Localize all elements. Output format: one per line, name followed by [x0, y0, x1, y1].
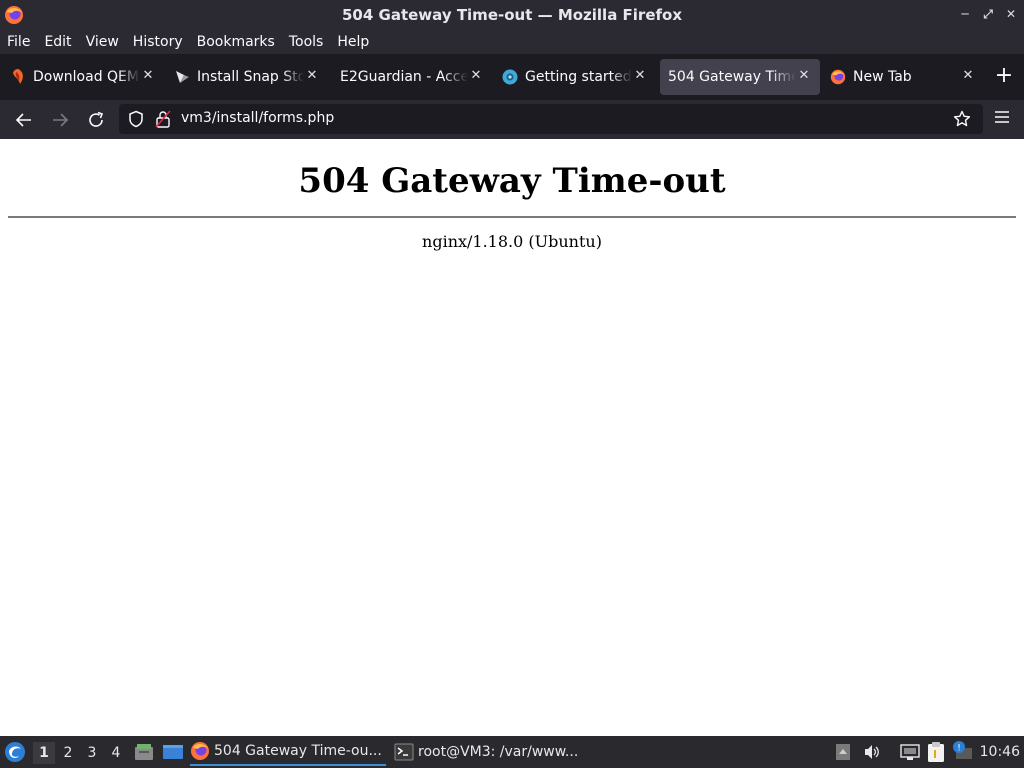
- terminal-icon: [394, 742, 414, 762]
- snapcraft-icon: [174, 69, 190, 85]
- tab-label: New Tab: [853, 69, 912, 85]
- address-bar[interactable]: [119, 104, 983, 134]
- close-tab-icon[interactable]: ✕: [140, 68, 156, 84]
- taskbar-firefox-window[interactable]: 504 Gateway Time-ou...: [190, 738, 386, 766]
- tab-504-gateway-timeout[interactable]: 504 Gateway Time-out ✕: [660, 59, 820, 95]
- firefox-icon: [4, 5, 24, 25]
- reload-button[interactable]: [84, 108, 108, 132]
- notification-icon[interactable]: !: [952, 740, 974, 766]
- url-input[interactable]: [181, 110, 881, 126]
- menu-file[interactable]: File: [0, 34, 37, 50]
- tab-label: Install Snap Store: [197, 69, 304, 85]
- bookmark-star-icon[interactable]: [953, 110, 971, 132]
- qemu-icon: [10, 69, 26, 85]
- task-label: root@VM3: /var/www...: [418, 744, 579, 760]
- menu-history[interactable]: History: [126, 34, 190, 50]
- back-button[interactable]: [12, 108, 36, 132]
- svg-text:!: !: [957, 744, 961, 754]
- divider: [8, 216, 1016, 218]
- page-heading: 504 Gateway Time-out: [298, 161, 726, 201]
- restore-icon[interactable]: ⤢: [981, 6, 995, 22]
- tab-getting-started[interactable]: Getting started ✕: [496, 59, 656, 95]
- tab-strip: Download QEMU ✕ Install Snap Store ✕ E2G…: [0, 54, 1024, 100]
- menu-help[interactable]: Help: [330, 34, 376, 50]
- hamburger-menu-icon[interactable]: [994, 109, 1010, 129]
- menu-tools[interactable]: Tools: [282, 34, 331, 50]
- workspace-4[interactable]: 4: [105, 742, 127, 764]
- insecure-lock-icon[interactable]: [155, 110, 171, 132]
- server-signature: nginx/1.18.0 (Ubuntu): [422, 232, 602, 251]
- firefox-icon: [830, 69, 846, 85]
- close-tab-icon[interactable]: ✕: [796, 68, 812, 84]
- tab-label: Download QEMU: [33, 69, 140, 85]
- menu-view[interactable]: View: [79, 34, 126, 50]
- reload-icon: [89, 111, 104, 127]
- show-desktop-icon[interactable]: [162, 742, 184, 766]
- tab-download-qemu[interactable]: Download QEMU ✕: [4, 59, 164, 95]
- tracking-protection-shield-icon[interactable]: [127, 110, 145, 132]
- taskbar-terminal-window[interactable]: root@VM3: /var/www...: [394, 738, 594, 766]
- menu-edit[interactable]: Edit: [37, 34, 78, 50]
- new-tab-button[interactable]: +: [994, 65, 1014, 87]
- window-titlebar: 504 Gateway Time-out — Mozilla Firefox ─…: [0, 0, 1024, 30]
- updates-icon[interactable]: [835, 743, 851, 765]
- forward-button[interactable]: [48, 108, 72, 132]
- tab-label: 504 Gateway Time-out: [668, 69, 796, 85]
- window-title: 504 Gateway Time-out — Mozilla Firefox: [341, 6, 683, 24]
- close-tab-icon[interactable]: ✕: [304, 68, 320, 84]
- globe-icon: [502, 69, 518, 85]
- clock: 10:46: [979, 744, 1020, 760]
- page-content: 504 Gateway Time-out nginx/1.18.0 (Ubunt…: [0, 139, 1024, 736]
- close-tab-icon[interactable]: ✕: [960, 68, 976, 84]
- tab-label: E2Guardian - Access: [340, 69, 468, 85]
- minimize-icon[interactable]: ─: [958, 6, 972, 22]
- menu-bookmarks[interactable]: Bookmarks: [190, 34, 282, 50]
- task-label: 504 Gateway Time-ou...: [214, 743, 382, 759]
- tab-install-snap-store[interactable]: Install Snap Store ✕: [168, 59, 328, 95]
- start-menu-icon[interactable]: [4, 741, 26, 767]
- tab-label: Getting started: [525, 69, 632, 85]
- tab-new-tab[interactable]: New Tab ✕: [824, 59, 984, 95]
- workspace-3[interactable]: 3: [81, 742, 103, 764]
- menu-bar: File Edit View History Bookmarks Tools H…: [0, 30, 1024, 54]
- file-manager-icon[interactable]: [134, 742, 154, 766]
- volume-icon[interactable]: [863, 743, 881, 765]
- firefox-icon: [190, 741, 210, 761]
- taskbar: 1 2 3 4 504 Gateway Time-ou... root@VM3:…: [0, 736, 1024, 768]
- window-controls: ─ ⤢ ✕: [958, 6, 1018, 22]
- workspace-2[interactable]: 2: [57, 742, 79, 764]
- workspace-1[interactable]: 1: [33, 742, 55, 764]
- close-tab-icon[interactable]: ✕: [632, 68, 648, 84]
- tab-e2guardian[interactable]: E2Guardian - Access ✕: [332, 59, 492, 95]
- back-arrow-icon: [15, 113, 31, 127]
- network-icon[interactable]: [900, 743, 920, 765]
- close-tab-icon[interactable]: ✕: [468, 68, 484, 84]
- navigation-toolbar: [0, 100, 1024, 139]
- forward-arrow-icon: [53, 113, 69, 127]
- close-icon[interactable]: ✕: [1004, 6, 1018, 22]
- clipboard-icon[interactable]: [926, 741, 946, 767]
